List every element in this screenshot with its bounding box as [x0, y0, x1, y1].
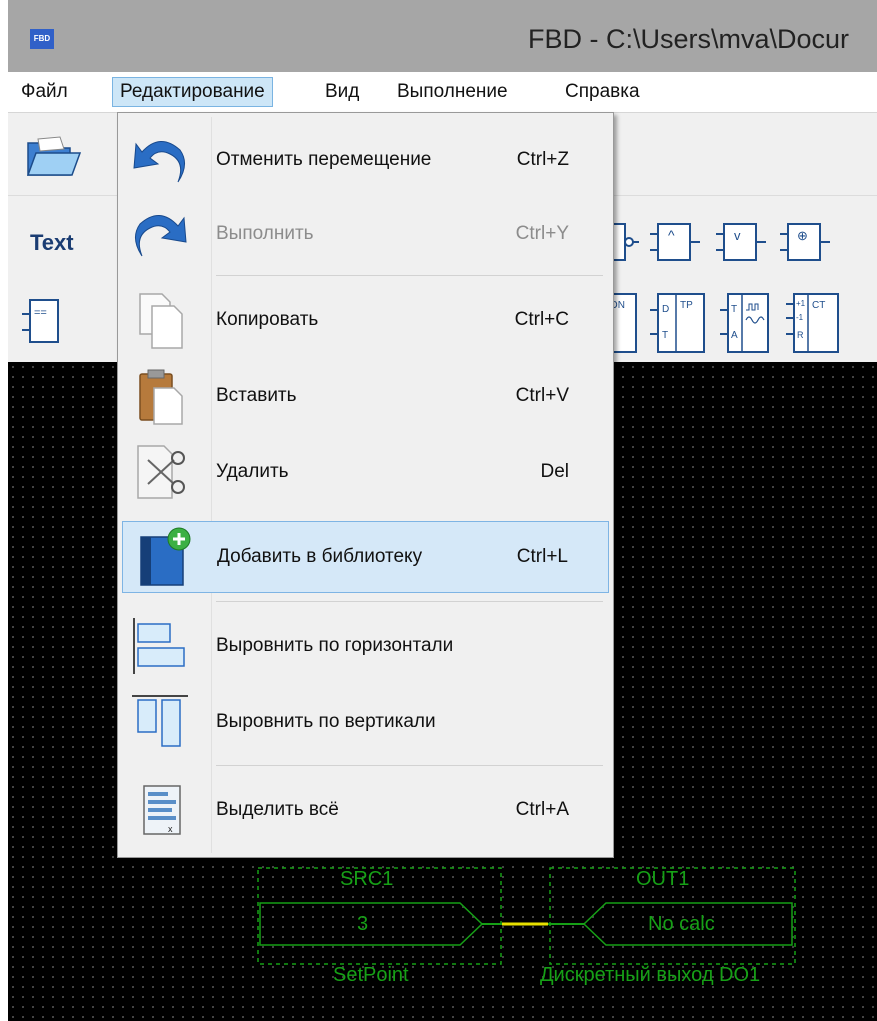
svg-text:A: A [731, 330, 738, 341]
menu-item-redo[interactable]: Выполнить Ctrl+Y [122, 199, 609, 269]
xor-block-label: ⊕ [797, 228, 808, 243]
paste-icon [139, 369, 183, 425]
menu-item-add-to-library-label: Добавить в библиотеку [217, 546, 423, 567]
svg-text:x: x [168, 824, 173, 834]
menu-item-select-all-label: Выделить всё [216, 799, 339, 820]
and-block-label: ^ [668, 227, 675, 243]
menu-item-align-vertical-label: Выровнить по вертикали [216, 711, 436, 732]
window-title: FBD - C:\Users\mva\Docur [528, 24, 850, 54]
application-window: FBD FBD - C:\Users\mva\Docur Файл Редакт… [8, 0, 877, 1021]
text-tool-button[interactable]: Text [30, 230, 74, 256]
tp-block-label: TP [680, 300, 693, 311]
edit-menu-dropdown: Отменить перемещение Ctrl+Z Выполнить Ct… [117, 112, 614, 858]
out-block-name: OUT1 [636, 868, 690, 890]
title-bar: FBD FBD - C:\Users\mva\Docur [8, 0, 877, 72]
menu-item-copy[interactable]: Копировать Ctrl+C [122, 285, 609, 355]
counter-block-button[interactable]: +1 -1 R CT [786, 290, 842, 356]
out-block-value: No calc [648, 913, 715, 935]
generator-block-button[interactable]: T A [720, 290, 774, 356]
menu-item-add-to-library-shortcut: Ctrl+L [516, 546, 568, 567]
svg-text:R: R [797, 330, 804, 340]
menu-item-delete-shortcut: Del [540, 461, 569, 482]
menu-item-align-vertical[interactable]: Выровнить по вертикали [122, 687, 609, 757]
or-block-label: v [734, 228, 741, 243]
src-block-name: SRC1 [340, 868, 394, 890]
svg-text:+1: +1 [796, 299, 806, 308]
tp-block-button[interactable]: D T TP [650, 290, 710, 356]
counter-block-label: CT [812, 300, 825, 311]
menu-item-paste-label: Вставить [216, 385, 297, 406]
open-folder-icon[interactable] [26, 135, 82, 181]
align-horizontal-icon [133, 618, 185, 674]
menu-bar: Файл Редактирование Вид Выполнение Справ… [8, 72, 877, 113]
menu-item-copy-shortcut: Ctrl+C [514, 309, 569, 330]
menu-separator [216, 275, 603, 276]
menu-item-redo-shortcut: Ctrl+Y [515, 223, 569, 244]
menu-item-undo[interactable]: Отменить перемещение Ctrl+Z [122, 125, 609, 195]
menu-separator [216, 765, 603, 766]
menu-item-delete[interactable]: Удалить Del [122, 437, 609, 507]
menu-help[interactable]: Справка [558, 78, 647, 106]
redo-icon [135, 215, 187, 257]
src-block-value: 3 [357, 913, 369, 935]
compare-block-label: == [34, 307, 47, 319]
svg-text:D: D [662, 304, 669, 315]
copy-icon [139, 293, 183, 349]
menu-item-select-all-shortcut: Ctrl+A [515, 799, 569, 820]
svg-text:-1: -1 [796, 313, 804, 322]
src-block-body[interactable] [259, 902, 484, 946]
out-block-caption: Дискретный выход DO1 [540, 964, 761, 986]
or-block-button[interactable]: v [716, 220, 766, 264]
menu-item-paste-shortcut: Ctrl+V [515, 385, 569, 406]
add-library-icon [140, 527, 191, 586]
menu-item-paste[interactable]: Вставить Ctrl+V [122, 361, 609, 431]
menu-item-delete-label: Удалить [216, 461, 289, 482]
menu-item-select-all[interactable]: x Выделить всё Ctrl+A [122, 775, 609, 845]
undo-icon [133, 141, 185, 183]
menu-edit[interactable]: Редактирование [112, 77, 273, 107]
menu-view[interactable]: Вид [318, 78, 366, 106]
select-all-icon: x [143, 785, 181, 835]
menu-item-align-horizontal-label: Выровнить по горизонтали [216, 635, 454, 656]
menu-run[interactable]: Выполнение [390, 78, 515, 106]
menu-item-copy-label: Копировать [216, 309, 319, 330]
menu-item-undo-label: Отменить перемещение [216, 149, 432, 170]
menu-item-add-to-library[interactable]: Добавить в библиотеку Ctrl+L [122, 521, 609, 593]
generator-block-label: T [731, 304, 737, 315]
menu-separator [216, 601, 603, 602]
menu-item-undo-shortcut: Ctrl+Z [516, 149, 569, 170]
svg-text:T: T [662, 330, 668, 341]
xor-block-button[interactable]: ⊕ [780, 220, 830, 264]
src-block-caption: SetPoint [333, 964, 409, 986]
scissors-icon [137, 445, 185, 499]
menu-item-redo-label: Выполнить [216, 223, 314, 244]
app-icon: FBD [30, 29, 54, 49]
and-block-button[interactable]: ^ [650, 220, 700, 264]
compare-block-button[interactable]: == [22, 296, 62, 346]
menu-file[interactable]: Файл [14, 78, 75, 106]
menu-item-align-horizontal[interactable]: Выровнить по горизонтали [122, 611, 609, 681]
align-vertical-icon [132, 695, 188, 747]
